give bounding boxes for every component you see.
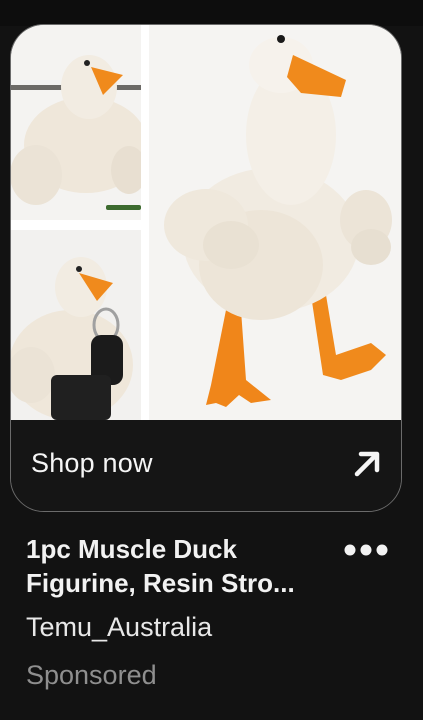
product-photo-collage	[11, 25, 401, 420]
pin-image[interactable]	[11, 25, 401, 420]
pin-title[interactable]: 1pc Muscle Duck Figurine, Resin Stro...	[26, 532, 336, 600]
sponsored-label: Sponsored	[26, 660, 157, 690]
arrow-up-right-icon	[354, 451, 380, 477]
shop-now-label: Shop now	[31, 448, 153, 478]
main-duck-figurine	[149, 25, 401, 420]
collage-tile-bottom-left	[11, 230, 141, 420]
top-bar	[0, 0, 423, 26]
more-options-icon[interactable]	[342, 540, 390, 560]
promoted-pin-card[interactable]: Shop now	[10, 24, 402, 512]
shop-now-button[interactable]: Shop now	[11, 420, 401, 511]
collage-tile-top-left	[11, 25, 148, 220]
advertiser-name[interactable]: Temu_Australia	[26, 612, 212, 643]
